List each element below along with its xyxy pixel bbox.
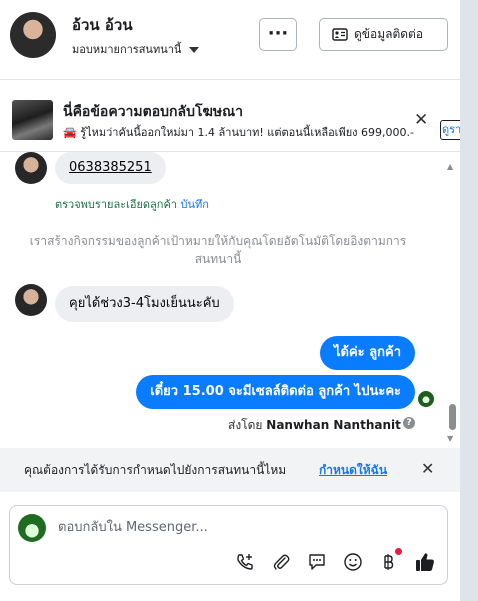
sent-by-label: ส่งโดย <box>228 418 263 432</box>
assign-dropdown[interactable]: มอบหมายการสนทนานี้ <box>72 40 199 58</box>
reply-input[interactable] <box>58 516 318 538</box>
sent-by-line: ส่งโดย Nanwhan Nanthanit <box>228 416 401 435</box>
close-icon[interactable]: ✕ <box>414 110 428 130</box>
ad-reply-title: นี่คือข้อความตอบกลับโฆษณา <box>63 104 243 120</box>
inbox-conversation-panel: อ้วน อ้วน มอบหมายการสนทนานี้ ··· ดูข้อมู… <box>0 0 460 601</box>
outgoing-message: เดี๋ยว 15.00 จะมีเซลล์ติดต่อ ลูกค้า ไปนะ… <box>136 375 415 409</box>
caret-down-icon <box>188 46 199 53</box>
emoji-icon[interactable] <box>342 551 364 573</box>
outgoing-message: ได้ค่ะ ลูกค้า <box>319 336 415 370</box>
page-avatar <box>18 514 46 542</box>
close-icon[interactable]: ✕ <box>421 459 434 478</box>
contact-avatar[interactable] <box>10 12 56 58</box>
save-details-link[interactable]: บันทึก <box>180 198 208 211</box>
sent-by-name: Nanwhan Nanthanit <box>266 418 401 432</box>
page-avatar <box>418 391 434 407</box>
detected-details-text: ตรวจพบรายละเอียดลูกค้า <box>55 198 177 211</box>
ad-description: 🚘 รู้ไหมว่าคันนี้ออกใหม่มา 1.4 ล้านบาท! … <box>63 126 414 139</box>
more-options-button[interactable]: ··· <box>259 18 297 51</box>
scroll-down-arrow[interactable]: ▼ <box>447 434 453 443</box>
more-icon: ··· <box>267 23 289 44</box>
assign-label: มอบหมายการสนทนานี้ <box>72 43 182 56</box>
customer-avatar <box>15 152 47 184</box>
incoming-message-phone[interactable]: 0638385251 <box>55 152 166 184</box>
incoming-message: คุยได้ช่วง3-4โมงเย็นนะคับ <box>55 286 234 322</box>
assign-to-me-link[interactable]: กำหนดให้ฉัน <box>319 461 387 480</box>
chat-scrollbar-thumb[interactable] <box>449 404 456 430</box>
saved-reply-icon[interactable] <box>306 551 328 573</box>
notification-dot <box>395 548 402 555</box>
detected-details-note: ตรวจพบรายละเอียดลูกค้า บันทึก <box>55 195 209 213</box>
view-contact-label: ดูข้อมูลติดต่อ <box>354 27 424 41</box>
assign-prompt-question: คุณต้องการได้รับการกำหนดไปยังการสนทนานี้… <box>24 463 287 477</box>
scroll-up-arrow[interactable]: ▲ <box>447 162 453 171</box>
system-note: เราสร้างกิจกรรมของลูกค้าเป้าหมายให้กับคุ… <box>29 234 407 266</box>
phone-add-icon[interactable] <box>234 551 256 573</box>
contact-name: อ้วน อ้วน <box>72 16 133 34</box>
window-scrollbar[interactable] <box>460 0 478 601</box>
thumbs-up-icon[interactable] <box>414 551 436 573</box>
ad-thumbnail <box>12 100 53 140</box>
header-divider <box>0 79 460 80</box>
view-contact-button[interactable]: ดูข้อมูลติดต่อ <box>319 18 448 51</box>
attachment-icon[interactable] <box>270 551 292 573</box>
customer-avatar <box>15 284 47 316</box>
ad-cta-button[interactable]: ดูรา <box>440 120 460 140</box>
help-icon[interactable]: ? <box>403 417 415 429</box>
contact-card-icon <box>332 28 348 41</box>
